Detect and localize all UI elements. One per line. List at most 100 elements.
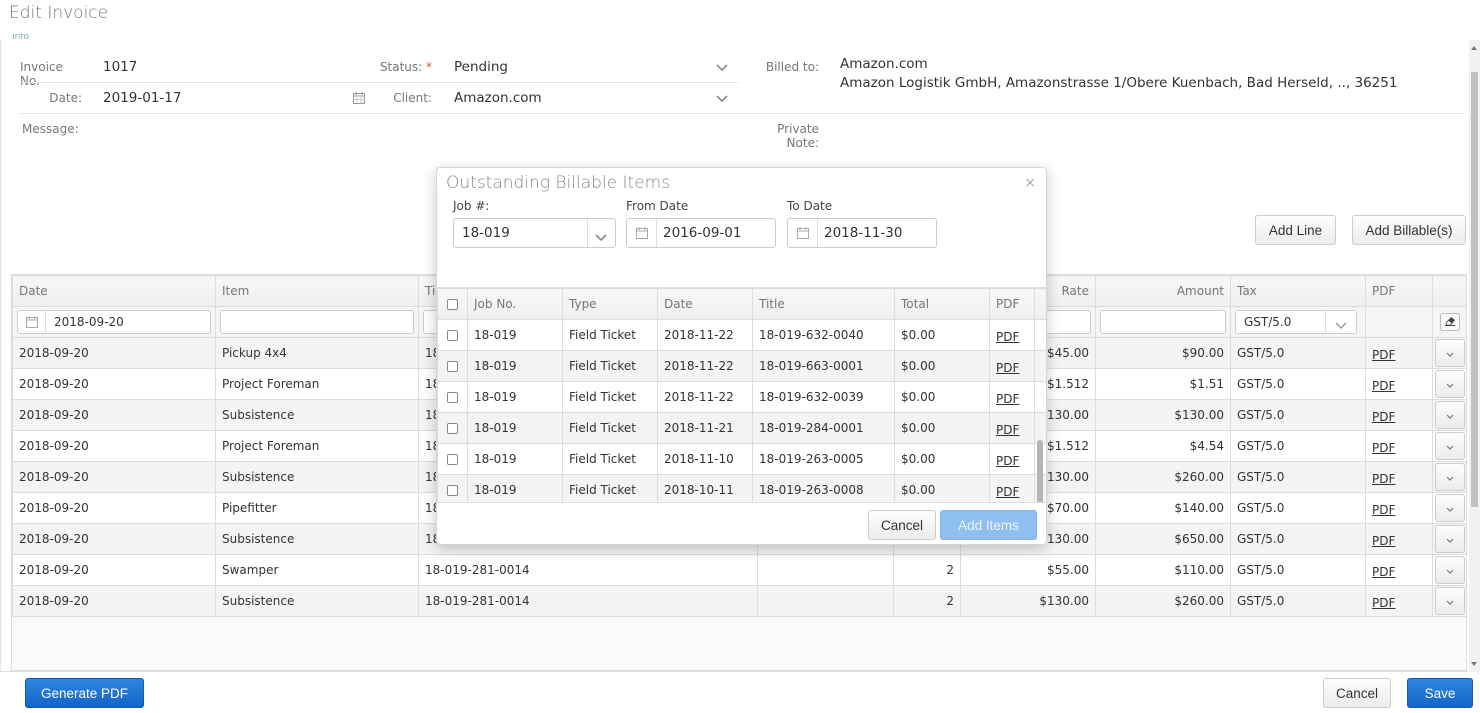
row-checkbox[interactable] [447, 361, 458, 372]
close-icon[interactable]: × [1024, 175, 1036, 191]
row-checkbox[interactable] [447, 330, 458, 341]
row-checkbox[interactable] [447, 454, 458, 465]
from-date-input[interactable]: 2016-09-01 [626, 218, 776, 248]
item-filter-input[interactable] [220, 310, 414, 334]
column-header-tax[interactable]: Tax [1230, 275, 1366, 307]
cell-item: Subsistence [215, 585, 419, 617]
cancel-button[interactable]: Cancel [1323, 678, 1391, 708]
row-menu-button[interactable] [1434, 556, 1465, 584]
cell-amount: $140.00 [1095, 492, 1231, 524]
page-scrollbar[interactable] [1469, 40, 1480, 672]
cell-item: Subsistence [215, 523, 419, 555]
row-menu-button[interactable] [1434, 525, 1465, 553]
dialog-cancel-button[interactable]: Cancel [868, 510, 936, 540]
pdf-link[interactable]: PDF [1372, 534, 1395, 548]
column-header-type[interactable]: Type [562, 288, 658, 320]
pdf-link[interactable]: PDF [1372, 348, 1395, 362]
amount-filter-input[interactable] [1100, 310, 1226, 334]
cell-amount: $1.51 [1095, 368, 1231, 400]
pdf-link[interactable]: PDF [1372, 503, 1395, 517]
row-menu-button[interactable] [1434, 432, 1465, 460]
column-header-title[interactable]: Title [752, 288, 895, 320]
cell-rate: $55.00 [960, 554, 1096, 586]
column-header-item[interactable]: Item [215, 275, 419, 307]
tax-filter-select[interactable]: GST/5.0 [1235, 310, 1357, 334]
cell-quantity: 2 [893, 585, 961, 617]
pdf-link[interactable]: PDF [996, 330, 1019, 344]
billable-item-row[interactable]: 18-019 Field Ticket 2018-10-11 18-019-263-0… [437, 474, 1046, 502]
pdf-link[interactable]: PDF [996, 423, 1019, 437]
scroll-down-icon[interactable] [1471, 662, 1477, 666]
add-billables-button[interactable]: Add Billable(s) [1352, 215, 1466, 245]
select-all-checkbox[interactable] [447, 299, 458, 310]
pdf-link[interactable]: PDF [1372, 441, 1395, 455]
invoice-no-field[interactable]: 1017 [103, 59, 137, 75]
status-select[interactable]: Pending [454, 59, 508, 75]
line-item-row[interactable]: 2018-09-20 Subsistence 18-019-281-0014 2 $13… [12, 585, 1467, 617]
scrollbar-thumb[interactable] [1471, 72, 1478, 507]
line-item-row[interactable]: 2018-09-20 Swamper 18-019-281-0014 2 $55.00 $… [12, 554, 1467, 586]
column-header-amount[interactable]: Amount [1095, 275, 1231, 307]
column-header-job-no[interactable]: Job No. [467, 288, 563, 320]
pdf-link[interactable]: PDF [996, 392, 1019, 406]
job-select[interactable]: 18-019 [453, 218, 616, 248]
chevron-down-icon [1335, 319, 1347, 333]
row-menu-button[interactable] [1434, 370, 1465, 398]
add-line-button[interactable]: Add Line [1255, 215, 1336, 245]
chevron-down-icon[interactable] [716, 95, 728, 105]
cell-date: 2018-11-10 [657, 443, 753, 475]
calendar-icon [18, 311, 46, 333]
save-button[interactable]: Save [1407, 678, 1473, 708]
cell-amount: $650.00 [1095, 523, 1231, 555]
billed-to-address: Amazon Logistik GmbH, Amazonstrasse 1/Ob… [840, 75, 1398, 91]
billable-item-row[interactable]: 18-019 Field Ticket 2018-11-22 18-019-663-0… [437, 350, 1046, 382]
to-date-input[interactable]: 2018-11-30 [787, 218, 937, 248]
pdf-link[interactable]: PDF [996, 454, 1019, 468]
pdf-link[interactable]: PDF [1372, 472, 1395, 486]
billable-item-row[interactable]: 18-019 Field Ticket 2018-11-10 18-019-263-0… [437, 443, 1046, 475]
cell-title: 18-019-263-0008 [752, 474, 895, 502]
date-filter-input[interactable]: 2018-09-20 [17, 310, 211, 334]
row-checkbox[interactable] [447, 392, 458, 403]
generate-pdf-button[interactable]: Generate PDF [25, 678, 144, 708]
scroll-up-icon[interactable] [1471, 46, 1477, 50]
cell-tax: GST/5.0 [1230, 461, 1366, 493]
cell-date: 2018-09-20 [12, 585, 216, 617]
billable-item-row[interactable]: 18-019 Field Ticket 2018-11-21 18-019-284-0… [437, 412, 1046, 444]
row-checkbox[interactable] [447, 485, 458, 496]
billable-item-row[interactable]: 18-019 Field Ticket 2018-11-22 18-019-632-0… [437, 381, 1046, 413]
row-menu-button[interactable] [1434, 339, 1465, 367]
add-items-button[interactable]: Add Items [940, 510, 1037, 540]
row-menu-button[interactable] [1434, 587, 1465, 615]
pdf-link[interactable]: PDF [996, 361, 1019, 375]
dialog-table-scrollbar[interactable] [1037, 440, 1043, 502]
pdf-link[interactable]: PDF [1372, 379, 1395, 393]
cell-item: Project Foreman [215, 430, 419, 462]
row-menu-button[interactable] [1434, 463, 1465, 491]
cell-tax: GST/5.0 [1230, 492, 1366, 524]
chevron-down-icon[interactable] [716, 64, 728, 74]
row-checkbox[interactable] [447, 423, 458, 434]
to-date-label: To Date [787, 199, 833, 213]
cell-date: 2018-10-11 [657, 474, 753, 502]
column-header-total[interactable]: Total [894, 288, 990, 320]
pdf-link[interactable]: PDF [1372, 596, 1395, 610]
cell-date: 2018-09-20 [12, 461, 216, 493]
chevron-down-icon [1446, 470, 1454, 484]
client-select[interactable]: Amazon.com [454, 90, 542, 106]
billable-item-row[interactable]: 18-019 Field Ticket 2018-11-22 18-019-632-0… [437, 319, 1046, 351]
cell-ticket: 18-019-281-0014 [418, 554, 758, 586]
row-menu-button[interactable] [1434, 401, 1465, 429]
clear-filters-button[interactable] [1439, 313, 1460, 331]
calendar-icon[interactable] [353, 92, 365, 104]
row-menu-button[interactable] [1434, 494, 1465, 522]
pdf-link[interactable]: PDF [1372, 410, 1395, 424]
date-field[interactable]: 2019-01-17 [103, 90, 181, 106]
pdf-link[interactable]: PDF [996, 485, 1019, 499]
cell-total: $0.00 [894, 381, 990, 413]
column-header-date[interactable]: Date [657, 288, 753, 320]
pdf-link[interactable]: PDF [1372, 565, 1395, 579]
chevron-down-icon [1446, 346, 1454, 360]
cell-tax: GST/5.0 [1230, 523, 1366, 555]
column-header-date[interactable]: Date [12, 275, 216, 307]
